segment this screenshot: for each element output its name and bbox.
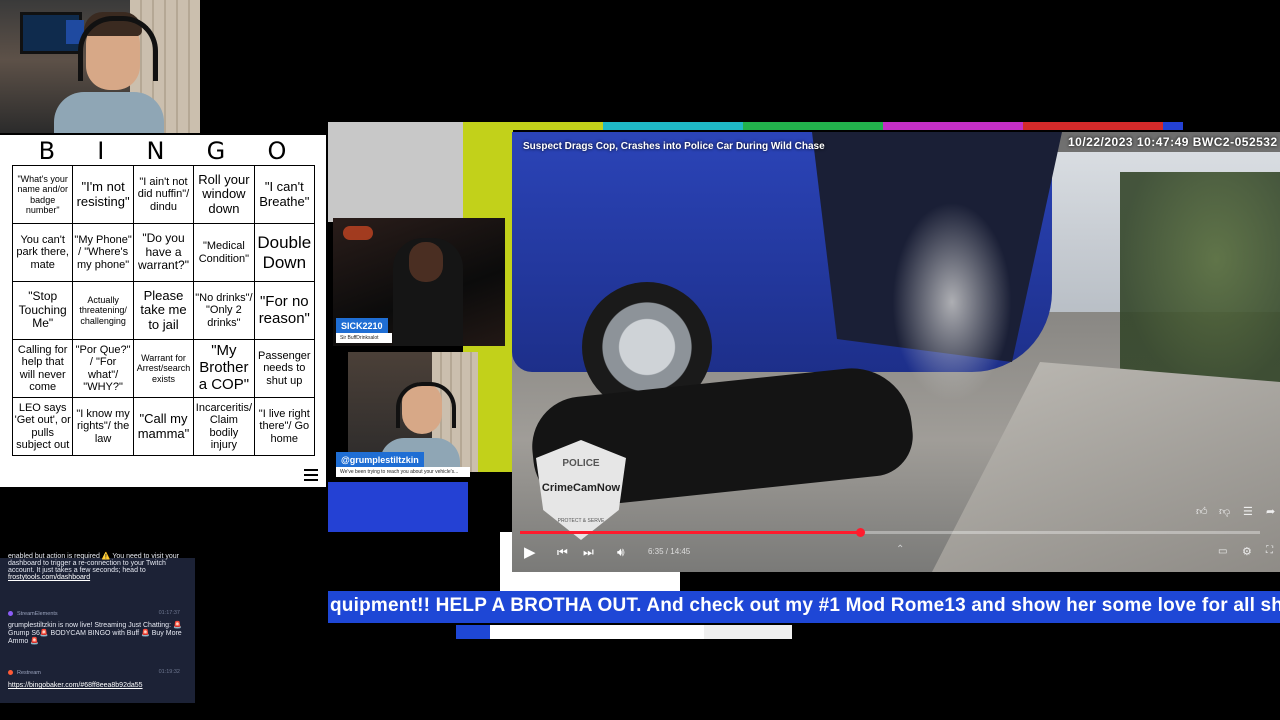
bingo-cell[interactable]: "I ain't not did nuffin"/ dindu [133,166,195,224]
video-title[interactable]: Suspect Drags Cop, Crashes into Police C… [523,141,825,152]
bingo-cell[interactable]: "My Brother a COP" [194,340,255,398]
host-subtitle: We've been trying to reach you about you… [336,467,470,477]
bodycam-timestamp: 10/22/2023 10:47:49 BWC2-052532 [1068,135,1278,149]
guest-name-label: SICK2210 [336,318,388,334]
bingo-cell[interactable]: Please take me to jail [133,282,195,340]
bingo-cell[interactable]: "My Phone" / "Where's my phone" [73,224,134,282]
headset [396,382,456,428]
bingo-cell[interactable]: "I can't Breathe" [254,166,315,224]
bingo-cell[interactable]: "Medical Condition" [194,224,255,282]
bingo-letter: N [146,137,166,165]
chat-message: Restream 01:19:32 https://bingobaker.com… [8,669,190,689]
bingo-cell[interactable]: Incarceritis/ Claim bodily injury [194,398,255,456]
volume-icon[interactable]: 🔊︎ [617,545,625,560]
chat-timestamp: 01:19:32 [158,669,180,675]
bingo-grid: "What's your name and/or badge number" "I… [12,165,315,456]
headset [78,16,158,81]
bingo-cell[interactable]: "Call my mamma" [133,398,195,456]
bingo-cell[interactable]: "Por Que?" / "For what"/ "WHY?" [73,340,134,398]
chat-link[interactable]: frostytools.com/dashboard [8,574,90,581]
bingo-cell[interactable]: Calling for help that will never come [13,340,74,398]
fullscreen-icon[interactable]: ⛶ [1266,545,1273,556]
chat-link[interactable]: https://bingobaker.com/#68ff8eea8b92da55 [8,682,190,689]
badge-motto: PROTECT & SERVE [557,518,605,524]
bingo-cell[interactable]: "Do you have a warrant?" [133,224,195,282]
streamer-shirt [54,92,164,133]
bingo-cell[interactable]: "I know my rights"/ the law [73,398,134,456]
previous-icon[interactable]: ⏮ [557,545,568,560]
bingo-cell[interactable]: Passenger needs to shut up [254,340,315,398]
video-blur [892,202,1012,402]
restream-icon [8,669,13,675]
guest-face [409,242,443,282]
like-icon[interactable]: 👍︎ [1196,505,1208,518]
bingo-cell[interactable]: "No drinks"/ "Only 2 drinks" [194,282,255,340]
bingo-letter: O [267,137,288,165]
input-strip [456,625,738,639]
badge-brand: CrimeCamNow [541,482,621,494]
streamelements-icon [8,610,13,616]
chat-text: grumplestiltzkin is now live! Streaming … [8,622,182,645]
chat-username: Restream [17,670,41,676]
input-strip-secondary [704,625,792,639]
settings-icon[interactable]: ⚙ [1242,545,1252,558]
progress-bar[interactable] [520,528,1260,537]
chat-message: enabled but action is required ⚠️ You ne… [8,552,190,581]
bingo-card: B I N G O "What's your name and/or badge… [0,135,326,487]
time-display: 6:35 / 14:45 [648,547,691,556]
bingo-cell[interactable]: "Stop Touching Me" [13,282,74,340]
guest-subtitle: Sir BuffDrinksalot [336,333,392,343]
chat-text: enabled but action is required ⚠️ You ne… [8,553,179,574]
menu-icon[interactable] [304,469,318,481]
bingo-header: B I N G O [0,135,326,165]
bingo-cell[interactable]: "For no reason" [254,282,315,340]
captions-icon[interactable]: ▭ [1218,546,1227,557]
next-icon[interactable]: ⏭ [583,545,594,560]
bingo-letter: I [97,137,106,165]
bingo-cell[interactable]: "I live right there"/ Go home [254,398,315,456]
bingo-letter: B [38,137,57,165]
watermark-badge: POLICE CrimeCamNow PROTECT & SERVE [536,440,626,540]
video-trees [1120,172,1280,392]
progress-fill [520,531,861,534]
bingo-cell[interactable]: Roll your window down [194,166,255,224]
bingo-cell[interactable]: LEO says 'Get out', or pulls subject out [13,398,74,456]
play-icon[interactable]: ▶ [524,543,536,561]
chat-message: StreamElements 01:17:37 grumplestiltzkin… [8,610,190,645]
video-player[interactable] [512,132,1280,572]
streamer-webcam [0,0,200,133]
dislike-icon[interactable]: 👎︎ [1219,505,1230,518]
bingo-letter: G [206,137,227,165]
share-icon[interactable]: ➦ [1266,505,1275,518]
bingo-cell[interactable]: Actually threatening/ challenging [73,282,134,340]
comment-icon[interactable]: ☰ [1243,505,1253,518]
host-name-label: @grumplestiltzkin [336,452,424,468]
badge-top-text: POLICE [562,458,600,469]
chat-timestamp: 01:17:37 [158,610,180,616]
chat-panel: enabled but action is required ⚠️ You ne… [0,553,195,703]
ticker-banner: quipment!! HELP A BROTHA OUT. And check … [328,591,1280,623]
ticker-text: quipment!! HELP A BROTHA OUT. And check … [330,595,1280,616]
bingo-cell[interactable]: You can't park there, mate [13,224,74,282]
bingo-cell[interactable]: "What's your name and/or badge number" [13,166,74,224]
chevron-up-icon[interactable]: ⌃ [896,544,904,555]
bingo-cell[interactable]: "I'm not resisting" [73,166,134,224]
bingo-cell[interactable]: Warrant for Arrest/search exists [133,340,195,398]
chat-username: StreamElements [17,611,58,617]
neon-light [343,226,373,240]
bingo-cell[interactable]: Double Down [254,224,315,282]
